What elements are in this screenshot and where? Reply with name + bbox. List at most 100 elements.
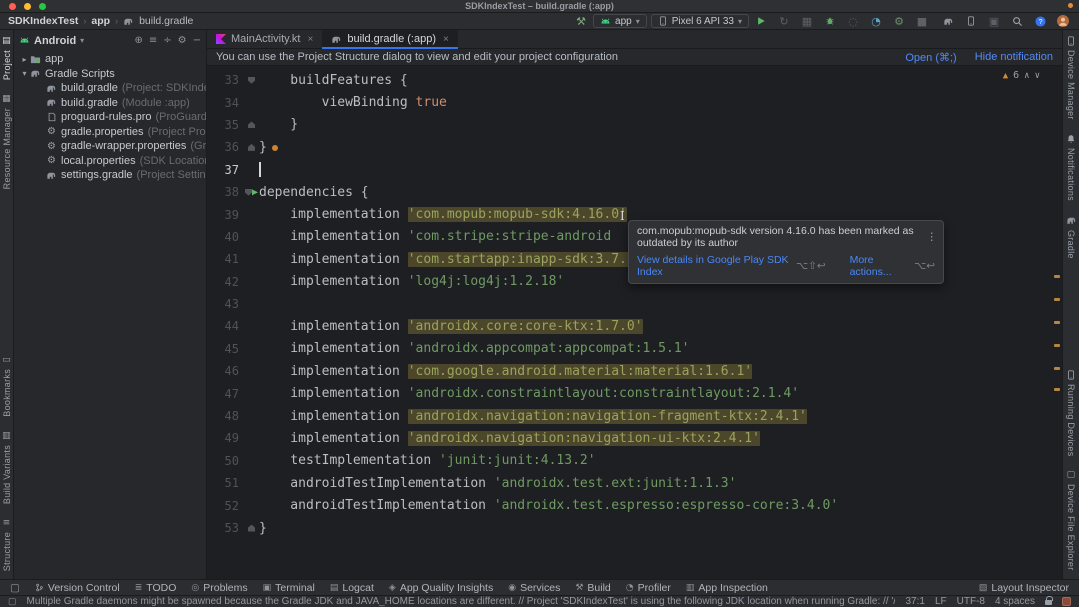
- code-line-48[interactable]: 48 implementation 'androidx.navigation:n…: [207, 405, 1062, 427]
- editor-tab-build.gradle-app-[interactable]: build.gradle (:app)×: [322, 30, 458, 48]
- fold-marker[interactable]: [248, 525, 255, 532]
- toolwindow-button-profiler[interactable]: ◔Profiler: [626, 582, 671, 594]
- banner-open-link[interactable]: Open (⌘;): [905, 51, 956, 64]
- prev-problem-button[interactable]: ∧: [1024, 71, 1029, 81]
- fold-marker[interactable]: [248, 144, 255, 151]
- status-widget-icon[interactable]: [1062, 597, 1071, 606]
- code-line-53[interactable]: 53}: [207, 517, 1062, 539]
- warning-stripe-mark[interactable]: [1054, 298, 1060, 301]
- warning-stripe-mark[interactable]: [1054, 367, 1060, 370]
- warning-stripe-mark[interactable]: [1054, 344, 1060, 347]
- banner-hide-link[interactable]: Hide notification: [975, 51, 1053, 63]
- editor-tab-mainactivity.kt[interactable]: MainActivity.kt×: [207, 30, 322, 48]
- code-line-50[interactable]: 50 testImplementation 'junit:junit:4.13.…: [207, 450, 1062, 472]
- close-tab-icon[interactable]: ×: [307, 34, 313, 45]
- code-editor[interactable]: ▲ 6 ∧ ∨ 33 buildFeatures {34 viewBinding…: [207, 66, 1062, 579]
- code-line-34[interactable]: 34 viewBinding true: [207, 91, 1062, 113]
- code-line-45[interactable]: 45 implementation 'androidx.appcompat:ap…: [207, 338, 1062, 360]
- code-line-33[interactable]: 33 buildFeatures {: [207, 69, 1062, 91]
- collapse-all-icon[interactable]: ÷: [163, 35, 171, 46]
- toolwindow-button-build[interactable]: ⚒Build: [575, 582, 610, 594]
- toolwindow-button-app-inspection[interactable]: ▥App Inspection: [686, 582, 768, 594]
- close-window-button[interactable]: [9, 3, 16, 10]
- project-view-selector[interactable]: Android: [34, 35, 76, 47]
- fold-marker[interactable]: [248, 77, 255, 84]
- toolwindow-button-build-variants[interactable]: ▥Build Variants: [2, 431, 12, 504]
- tree-chevron-icon[interactable]: ▾: [20, 69, 29, 78]
- warning-stripe-mark[interactable]: [1054, 388, 1060, 391]
- device-select[interactable]: Pixel 6 API 33 ▾: [651, 14, 749, 28]
- tree-item-local.properties[interactable]: ⚙local.properties(SDK Location): [14, 154, 206, 169]
- breadcrumb-item-sdkindextest[interactable]: SDKIndexTest: [8, 15, 78, 27]
- apply-changes-icon[interactable]: ⚙: [891, 14, 907, 28]
- code-line-38[interactable]: 38▶dependencies {: [207, 181, 1062, 203]
- hide-panel-icon[interactable]: −: [193, 35, 201, 46]
- toolwindow-button-gradle[interactable]: Gradle: [1066, 215, 1077, 259]
- status-message[interactable]: Multiple Gradle daemons might be spawned…: [27, 596, 896, 607]
- expand-all-icon[interactable]: ≡: [149, 35, 157, 46]
- build-project-icon[interactable]: ⚒: [573, 14, 589, 28]
- background-tasks-icon[interactable]: ▢: [8, 596, 17, 607]
- fold-marker[interactable]: [245, 189, 252, 196]
- profiler-icon[interactable]: ◔: [868, 14, 884, 28]
- zoom-window-button[interactable]: [39, 3, 46, 10]
- inspection-widget[interactable]: ▲ 6 ∧ ∨: [1003, 70, 1040, 81]
- layout-inspector-button[interactable]: ▧ Layout Inspector: [979, 582, 1069, 594]
- code-line-47[interactable]: 47 implementation 'androidx.constraintla…: [207, 382, 1062, 404]
- line-ending-widget[interactable]: LF: [935, 596, 947, 607]
- toolwindow-button-problems[interactable]: ◎Problems: [191, 582, 247, 594]
- next-problem-button[interactable]: ∨: [1035, 71, 1040, 81]
- device-manager-icon[interactable]: [963, 14, 979, 28]
- debug-button[interactable]: [822, 14, 838, 28]
- close-tab-icon[interactable]: ×: [443, 34, 449, 45]
- tree-item-settings.gradle[interactable]: settings.gradle(Project Settings): [14, 168, 206, 183]
- encoding-widget[interactable]: UTF-8: [957, 596, 985, 607]
- code-line-37[interactable]: 37: [207, 159, 1062, 181]
- toolwindow-button-notifications[interactable]: Notifications: [1066, 134, 1076, 201]
- toolwindow-button-terminal[interactable]: ▣Terminal: [263, 582, 315, 594]
- toolwindow-button-device-manager[interactable]: Device Manager: [1066, 36, 1076, 120]
- restart-activity-icon[interactable]: ↻: [776, 14, 792, 28]
- fold-marker[interactable]: [248, 121, 255, 128]
- code-line-36[interactable]: 36}: [207, 136, 1062, 158]
- toolwindow-button-bookmarks[interactable]: ▭Bookmarks: [2, 355, 12, 417]
- settings-gear-icon[interactable]: ⚙: [178, 35, 187, 46]
- toolwindow-button-device-file-explorer[interactable]: ▢Device File Explorer: [1066, 470, 1076, 571]
- toolwindow-button-app-quality-insights[interactable]: ◈App Quality Insights: [389, 582, 493, 594]
- tree-chevron-icon[interactable]: ▸: [20, 55, 29, 64]
- breadcrumb-item-app[interactable]: app: [91, 15, 110, 27]
- breadcrumb-item-build.gradle[interactable]: build.gradle: [139, 15, 193, 27]
- coverage-icon[interactable]: ▦: [799, 14, 815, 28]
- tree-item-proguard-rules.pro[interactable]: proguard-rules.pro(ProGuard Rules for ":…: [14, 110, 206, 125]
- toolwindow-button-structure[interactable]: ≡Structure: [2, 518, 12, 571]
- minimize-window-button[interactable]: [24, 3, 31, 10]
- caret-position-widget[interactable]: 37:1: [905, 596, 924, 607]
- code-line-44[interactable]: 44 implementation 'androidx.core:core-kt…: [207, 315, 1062, 337]
- toolwindow-button-logcat[interactable]: ▤Logcat: [330, 582, 374, 594]
- stop-button[interactable]: ■: [914, 14, 930, 28]
- tree-item-gradle-scripts[interactable]: ▾Gradle Scripts: [14, 67, 206, 82]
- locate-file-icon[interactable]: ⊕: [134, 35, 142, 46]
- tree-item-build.gradle[interactable]: build.gradle(Module :app): [14, 96, 206, 111]
- help-icon[interactable]: ?: [1032, 14, 1048, 28]
- toolwindow-button-project[interactable]: ▤Project: [2, 36, 12, 80]
- warning-stripe-mark[interactable]: [1054, 275, 1060, 278]
- warning-stripe-mark[interactable]: [1054, 321, 1060, 324]
- tree-item-gradle.properties[interactable]: ⚙gradle.properties(Project Properties): [14, 125, 206, 140]
- tooltip-details-link[interactable]: View details in Google Play SDK Index: [637, 254, 790, 278]
- tooltip-more-actions-link[interactable]: More actions...: [850, 254, 909, 278]
- toolwindow-button-running-devices[interactable]: Running Devices: [1066, 370, 1076, 457]
- tree-item-gradle-wrapper.properties[interactable]: ⚙gradle-wrapper.properties(Gradle Versio…: [14, 139, 206, 154]
- code-line-35[interactable]: 35 }: [207, 114, 1062, 136]
- tree-item-build.gradle[interactable]: build.gradle(Project: SDKIndexTest): [14, 81, 206, 96]
- run-configuration-select[interactable]: app ▾: [593, 14, 647, 28]
- gradle-sync-icon[interactable]: [940, 14, 956, 28]
- sdk-manager-icon[interactable]: ▣: [986, 14, 1002, 28]
- profile-avatar[interactable]: [1055, 14, 1071, 28]
- code-line-51[interactable]: 51 androidTestImplementation 'androidx.t…: [207, 472, 1062, 494]
- tooltip-menu-icon[interactable]: ⋮: [919, 231, 938, 243]
- toolwindow-button-resource-manager[interactable]: ▦Resource Manager: [2, 94, 12, 189]
- readonly-lock-icon[interactable]: [1045, 600, 1052, 605]
- code-line-43[interactable]: 43: [207, 293, 1062, 315]
- search-everywhere-icon[interactable]: [1009, 14, 1025, 28]
